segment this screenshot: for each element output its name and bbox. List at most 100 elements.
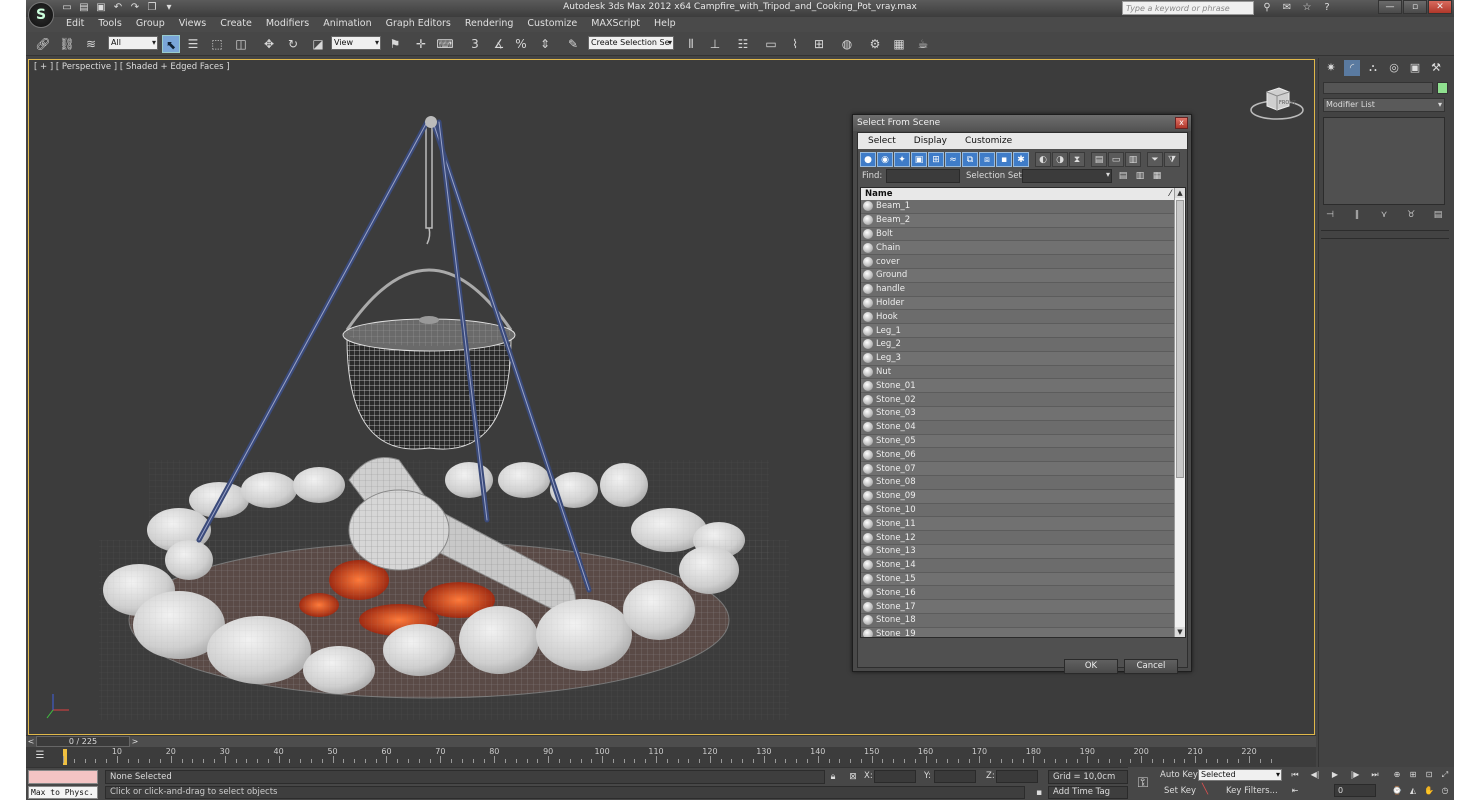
object-list-scrollbar[interactable]: ▲ ▼ [1174,188,1185,637]
display-cameras-icon[interactable]: ▣ [911,152,927,167]
list-header-name[interactable]: Name ⁄ [861,188,1175,200]
binoculars-icon[interactable]: ⚲ [1260,1,1274,15]
menu-rendering[interactable]: Rendering [465,18,514,29]
menu-tools[interactable]: Tools [98,18,121,29]
time-tag-icon[interactable]: ▪ [1032,786,1046,800]
display-xrefs-icon[interactable]: ⧈ [979,152,995,167]
edit-selection-set-icon[interactable]: ▥ [1133,169,1147,183]
schematic-view-icon[interactable]: ⊞ [810,35,828,53]
list-item[interactable]: Chain [861,241,1175,256]
menu-group[interactable]: Group [136,18,165,29]
list-item[interactable]: Stone_01 [861,379,1175,394]
auto-key-button[interactable]: Auto Key [1160,770,1198,780]
time-slider-prev[interactable]: < [26,736,36,747]
display-helpers-icon[interactable]: ⊞ [928,152,944,167]
list-item[interactable]: Stone_19 [861,627,1175,637]
percent-snap-icon[interactable]: % [512,35,530,53]
minimize-icon[interactable]: — [1378,0,1402,14]
list-item[interactable]: Stone_02 [861,393,1175,407]
align-icon[interactable]: ⊥ [706,35,724,53]
list-item[interactable]: Stone_14 [861,558,1175,573]
select-and-scale-icon[interactable]: ◪ [309,35,327,53]
render-production-icon[interactable]: ☕ [914,35,932,53]
help-icon[interactable]: ? [1320,1,1334,15]
time-slider-thumb[interactable]: 0 / 225 [36,736,130,747]
time-configuration-icon[interactable]: ⌚ [1390,784,1404,797]
modifier-stack[interactable] [1323,117,1445,205]
field-of-view-icon[interactable]: ◭ [1406,784,1420,797]
go-to-end-icon[interactable]: ⏭ [1368,768,1382,781]
maxscript-mini-listener[interactable]: Max to Physc. [28,786,98,799]
display-none-icon[interactable]: ◐ [1035,152,1051,167]
key-mode-dropdown[interactable]: Selected [1198,769,1282,781]
modifier-list-dropdown[interactable]: Modifier List [1323,98,1445,112]
select-by-name-icon[interactable]: ☰ [184,35,202,53]
select-all-icon[interactable]: ▤ [1091,152,1107,167]
dialog-menu-customize[interactable]: Customize [955,133,1020,149]
use-pivot-center-icon[interactable]: ⚑ [386,35,404,53]
menu-modifiers[interactable]: Modifiers [266,18,309,29]
time-slider[interactable]: < 0 / 225 > [26,735,1316,747]
select-object-icon[interactable]: ⬉ [162,35,180,53]
list-item[interactable]: Holder [861,296,1175,311]
select-invert-icon[interactable]: ▥ [1125,152,1141,167]
selection-set-dropdown[interactable] [1022,169,1112,183]
render-setup-icon[interactable]: ⚙ [866,35,884,53]
list-item[interactable]: Stone_09 [861,489,1175,504]
absolute-offset-icon[interactable]: ⊠ [846,770,860,784]
link-icon[interactable]: 🔗︎ [34,35,52,53]
set-keys-icon[interactable]: ⚿ [1132,773,1154,793]
create-tab-icon[interactable]: ✷ [1323,60,1339,76]
select-and-move-icon[interactable]: ✥ [260,35,278,53]
set-key-button[interactable]: Set Key [1164,786,1196,796]
key-filter-icon[interactable]: ╲ [1202,784,1208,795]
column-pin-icon[interactable]: ⁄ [1170,188,1171,200]
list-item[interactable]: cover [861,255,1175,269]
select-and-rotate-icon[interactable]: ↻ [284,35,302,53]
list-item[interactable]: Stone_18 [861,613,1175,628]
next-frame-icon[interactable]: |▶ [1348,768,1362,781]
invert-display-icon[interactable]: ◑ [1052,152,1068,167]
maxscript-listener-output[interactable] [28,770,98,784]
utilities-tab-icon[interactable]: ⚒ [1428,60,1444,76]
make-unique-icon[interactable]: ⋎ [1377,208,1391,222]
snaps-toggle-icon[interactable]: 3 [466,35,484,53]
list-item[interactable]: Stone_03 [861,406,1175,421]
list-item[interactable]: Stone_17 [861,600,1175,614]
selection-filter-dropdown[interactable]: All [108,36,158,50]
motion-tab-icon[interactable]: ◎ [1386,60,1402,76]
keyboard-shortcut-override-icon[interactable]: ⌨ [436,35,454,53]
dialog-title[interactable]: Select From Scene [853,115,1191,131]
menu-create[interactable]: Create [220,18,252,29]
list-item[interactable]: Hook [861,310,1175,325]
list-item[interactable]: Leg_1 [861,324,1175,338]
lock-selection-icon[interactable]: 🔒︎ [826,770,840,784]
menu-animation[interactable]: Animation [323,18,371,29]
dialog-menu-display[interactable]: Display [904,133,955,149]
favorites-icon[interactable]: ☆ [1300,1,1314,15]
list-item[interactable]: Bolt [861,227,1175,242]
select-and-manipulate-icon[interactable]: ✛ [412,35,430,53]
cancel-button[interactable]: Cancel [1124,659,1178,674]
display-children-icon[interactable]: ⧗ [1069,152,1085,167]
add-time-tag-button[interactable]: Add Time Tag [1048,786,1128,799]
display-all-icon[interactable]: ✱ [1013,152,1029,167]
modify-tab-icon[interactable]: ◜ [1344,60,1360,76]
menu-views[interactable]: Views [179,18,207,29]
unlink-icon[interactable]: ⛓ [58,35,76,53]
list-item[interactable]: Stone_06 [861,448,1175,463]
menu-help[interactable]: Help [654,18,676,29]
rectangular-selection-icon[interactable]: ⬚ [208,35,226,53]
rendered-frame-window-icon[interactable]: ▦ [890,35,908,53]
select-none-icon[interactable]: ▭ [1108,152,1124,167]
display-groups-icon[interactable]: ⧉ [962,152,978,167]
ok-button[interactable]: OK [1064,659,1118,674]
bind-space-warp-icon[interactable]: ≋ [82,35,100,53]
play-icon[interactable]: ▶ [1328,768,1342,781]
time-slider-next[interactable]: > [130,736,140,747]
curve-editor-icon[interactable]: ⌇ [786,35,804,53]
spinner-snap-icon[interactable]: ⇕ [536,35,554,53]
orbit-icon[interactable]: ◷ [1438,784,1452,797]
display-lights-icon[interactable]: ✦ [894,152,910,167]
layer-manager-icon[interactable]: ☷ [734,35,752,53]
